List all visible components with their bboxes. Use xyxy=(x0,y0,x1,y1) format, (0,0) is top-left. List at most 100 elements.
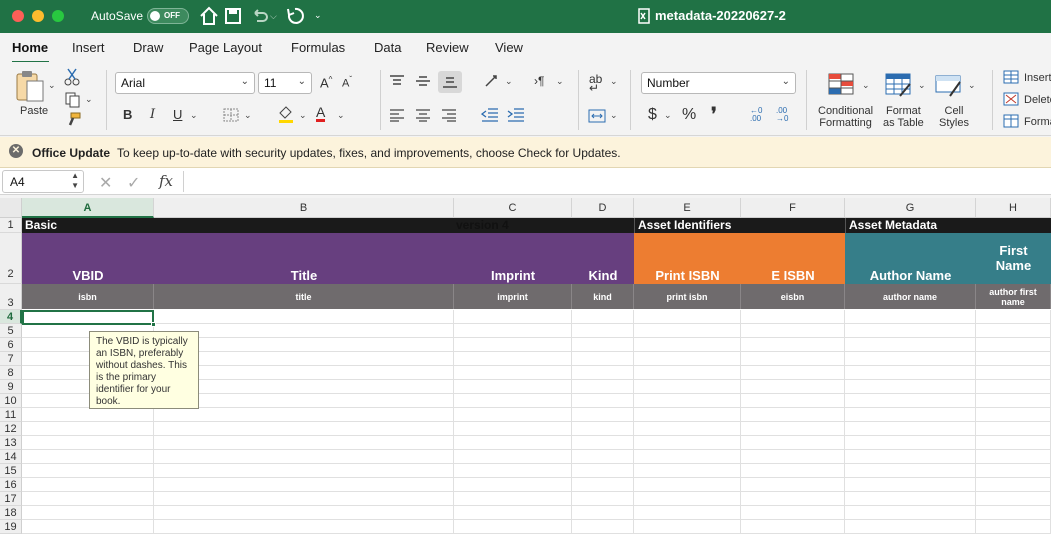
grid-cell[interactable] xyxy=(634,478,741,492)
align-center-icon[interactable] xyxy=(415,108,431,122)
grid-cell[interactable] xyxy=(572,380,634,394)
row-header[interactable]: 18 xyxy=(0,506,22,520)
copy-dropdown-icon[interactable]: ⌄ xyxy=(85,94,93,105)
fill-color-dropdown-icon[interactable]: ⌄ xyxy=(299,110,307,121)
row-header[interactable]: 8 xyxy=(0,366,22,380)
text-direction-icon[interactable]: ›¶ xyxy=(534,74,544,88)
grid-cell[interactable] xyxy=(634,436,741,450)
currency-dropdown-icon[interactable]: ⌄ xyxy=(664,110,672,121)
grid-cell[interactable] xyxy=(572,506,634,520)
undo-dropdown-icon[interactable]: ⌵ xyxy=(270,11,277,22)
grid-cell[interactable] xyxy=(976,492,1051,506)
grid-cell[interactable] xyxy=(741,492,845,506)
grid-cell[interactable] xyxy=(454,464,572,478)
row-header[interactable]: 19 xyxy=(0,520,22,534)
vbid-header[interactable]: VBID xyxy=(22,233,154,284)
percent-button[interactable]: % xyxy=(682,106,696,124)
grid-cell[interactable] xyxy=(454,324,572,338)
e-isbn-header[interactable]: E ISBN xyxy=(741,233,845,284)
conditional-formatting-icon[interactable] xyxy=(827,72,857,98)
grid-cell[interactable] xyxy=(454,478,572,492)
select-all-corner[interactable] xyxy=(0,198,22,218)
grid-cell[interactable] xyxy=(741,436,845,450)
grid-cell[interactable] xyxy=(454,366,572,380)
grid-cell[interactable] xyxy=(634,394,741,408)
eisbn-field-cell[interactable]: eisbn xyxy=(741,284,845,309)
grid-cell[interactable] xyxy=(454,422,572,436)
asset-metadata-header[interactable]: Asset Metadata xyxy=(845,218,1051,233)
decrease-indent-icon[interactable] xyxy=(481,107,499,123)
row-header[interactable]: 3 xyxy=(0,284,22,310)
grid-cell[interactable] xyxy=(154,464,454,478)
delete-cells-icon[interactable] xyxy=(1003,92,1019,106)
grid-cell[interactable] xyxy=(976,338,1051,352)
grid-cell[interactable] xyxy=(976,422,1051,436)
grid-cell[interactable] xyxy=(845,352,976,366)
grid-cell[interactable] xyxy=(154,478,454,492)
grid-cell[interactable] xyxy=(22,464,154,478)
number-format-dropdown[interactable]: Number ⌄ xyxy=(641,72,796,94)
grid-cell[interactable] xyxy=(454,352,572,366)
grid-cell[interactable] xyxy=(976,464,1051,478)
imprint-field-cell[interactable]: imprint xyxy=(454,284,572,309)
grid-cell[interactable] xyxy=(454,492,572,506)
format-as-table-dropdown-icon[interactable]: ⌄ xyxy=(918,80,926,91)
column-header-e[interactable]: E xyxy=(634,198,741,218)
row-header[interactable]: 12 xyxy=(0,422,22,436)
grid-cell[interactable] xyxy=(976,506,1051,520)
grid-cell[interactable] xyxy=(454,380,572,394)
borders-icon[interactable] xyxy=(222,107,240,123)
tab-view[interactable]: View xyxy=(495,40,523,55)
spreadsheet-grid[interactable]: A B C D E F G H 1 2 3 4 5 6 7 8 9 10 11 12 13 14 15… xyxy=(0,198,1051,537)
grid-cell[interactable] xyxy=(572,394,634,408)
row-header[interactable]: 10 xyxy=(0,394,22,408)
grid-cell[interactable] xyxy=(572,366,634,380)
grid-cell[interactable] xyxy=(154,408,454,422)
merge-center-dropdown-icon[interactable]: ⌄ xyxy=(610,110,618,121)
grid-cell[interactable] xyxy=(845,450,976,464)
grid-cell[interactable] xyxy=(741,310,845,324)
grid-cell[interactable] xyxy=(454,408,572,422)
grid-cell[interactable] xyxy=(741,394,845,408)
title-header[interactable]: Title xyxy=(154,233,454,284)
autosave-toggle[interactable]: OFF xyxy=(147,8,189,24)
print-isbn-field-cell[interactable]: print isbn xyxy=(634,284,741,309)
grid-cell[interactable] xyxy=(454,506,572,520)
grid-cell[interactable] xyxy=(741,506,845,520)
text-direction-dropdown-icon[interactable]: ⌄ xyxy=(556,76,564,87)
column-header-f[interactable]: F xyxy=(741,198,845,218)
grid-cell[interactable] xyxy=(22,492,154,506)
align-right-icon[interactable] xyxy=(441,108,457,122)
redo-icon[interactable] xyxy=(284,4,306,28)
currency-button[interactable]: $ xyxy=(648,106,657,124)
close-message-icon[interactable]: ✕ xyxy=(9,144,23,158)
print-isbn-header[interactable]: Print ISBN xyxy=(634,233,741,284)
align-left-icon[interactable] xyxy=(389,108,405,122)
grid-cell[interactable] xyxy=(154,380,454,394)
grid-cell[interactable] xyxy=(976,478,1051,492)
grid-cell[interactable] xyxy=(22,520,154,534)
grid-cell[interactable] xyxy=(845,408,976,422)
font-size-dropdown[interactable]: 11 ⌄ xyxy=(258,72,312,94)
grid-cell[interactable] xyxy=(454,436,572,450)
grid-cell[interactable] xyxy=(572,408,634,422)
name-box[interactable]: A4 ▲ ▼ xyxy=(2,170,84,193)
imprint-header[interactable]: Imprint xyxy=(454,233,572,284)
grid-cell[interactable] xyxy=(154,506,454,520)
grid-cell[interactable] xyxy=(22,450,154,464)
column-header-h[interactable]: H xyxy=(976,198,1051,218)
insert-cells-label[interactable]: Insert xyxy=(1024,72,1051,84)
grid-cell[interactable] xyxy=(634,310,741,324)
selected-cell-a4[interactable] xyxy=(22,310,154,325)
basic-section-header[interactable]: Basic version 4 xyxy=(22,218,634,233)
minimize-window-button[interactable] xyxy=(32,10,44,22)
increase-indent-icon[interactable] xyxy=(507,107,525,123)
grid-cell[interactable] xyxy=(976,520,1051,534)
align-top-icon[interactable] xyxy=(389,74,405,88)
grid-cell[interactable] xyxy=(454,310,572,324)
row-header[interactable]: 17 xyxy=(0,492,22,506)
delete-cells-label[interactable]: Delete xyxy=(1024,94,1051,106)
grid-cell[interactable] xyxy=(634,324,741,338)
grid-cell[interactable] xyxy=(845,520,976,534)
insert-cells-icon[interactable] xyxy=(1003,70,1019,84)
